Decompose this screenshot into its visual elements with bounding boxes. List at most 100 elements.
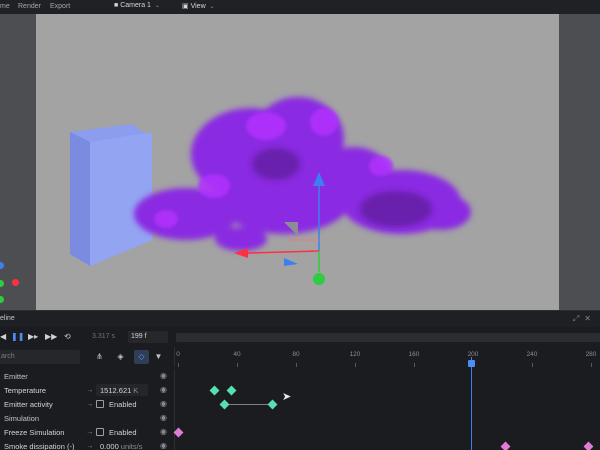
ruler-tick bbox=[591, 363, 592, 367]
axis-dot-green-2 bbox=[0, 296, 4, 303]
chevron-down-icon: ⌄ bbox=[209, 4, 215, 10]
emitter-box[interactable] bbox=[70, 124, 152, 266]
filter-keyframe-icon[interactable]: ◈ bbox=[113, 350, 128, 364]
row-label: Freeze Simulation bbox=[4, 428, 65, 437]
panel-controls: ⤢✕ bbox=[573, 314, 596, 324]
timeline-header: eline ⤢✕ bbox=[0, 310, 600, 327]
menu-item-render[interactable]: Render bbox=[18, 3, 41, 10]
axis-dot-green bbox=[0, 280, 4, 287]
smoke-dissipation-value[interactable]: 0.000 units/s bbox=[100, 442, 142, 450]
row-emitter[interactable]: Emitter ◉ bbox=[0, 369, 600, 383]
ruler-tick-label: 40 bbox=[233, 351, 241, 358]
ruler-tick-label: 120 bbox=[349, 351, 361, 358]
ruler-tick bbox=[296, 363, 297, 367]
eye-icon[interactable]: ◉ bbox=[160, 371, 167, 380]
filter-tree-icon[interactable]: ⋔ bbox=[92, 350, 107, 364]
link-arrow-icon: → bbox=[86, 427, 94, 436]
keyframe[interactable] bbox=[173, 427, 184, 438]
keyframe[interactable] bbox=[209, 385, 220, 396]
ruler-tick-label: 240 bbox=[526, 351, 538, 358]
ruler-tick-label: 280 bbox=[585, 351, 597, 358]
frame-ruler[interactable]: 0 40 80 120 160 200 240 280 bbox=[174, 347, 600, 367]
ruler-tick-label: 0 bbox=[176, 351, 180, 358]
ruler-tick bbox=[414, 363, 415, 367]
keyframe-span bbox=[227, 404, 273, 405]
link-arrow-icon: → bbox=[86, 399, 94, 408]
end-frame-input[interactable]: 199 f bbox=[128, 331, 168, 343]
checkbox-label: Enabled bbox=[109, 428, 137, 437]
ruler-tick-label: 160 bbox=[408, 351, 420, 358]
skip-start-icon[interactable]: ◀ bbox=[0, 332, 6, 341]
camera-icon: ■ bbox=[114, 2, 119, 9]
row-label: Temperature bbox=[4, 386, 47, 395]
keyframe[interactable] bbox=[219, 399, 230, 410]
track[interactable] bbox=[173, 425, 600, 439]
playhead-handle[interactable] bbox=[468, 360, 475, 367]
eye-icon[interactable]: ◉ bbox=[160, 427, 167, 436]
link-arrow-icon: → bbox=[86, 385, 94, 394]
filter-graph-icon[interactable]: ◇ bbox=[134, 350, 149, 364]
keyframe[interactable] bbox=[226, 385, 237, 396]
timeline-transport: ◀ ❚❚ ▶▸ ▶▶ ⟲ 3.317 s 199 f bbox=[0, 327, 600, 347]
loop-icon[interactable]: ⟲ bbox=[64, 332, 71, 341]
search-input[interactable]: arch bbox=[0, 350, 80, 364]
freeze-simulation-checkbox[interactable] bbox=[96, 428, 104, 436]
row-label: Emitter activity bbox=[4, 400, 53, 409]
track[interactable] bbox=[174, 411, 600, 425]
expand-icon[interactable]: ⤢ bbox=[573, 314, 584, 323]
row-smoke-dissipation[interactable]: Smoke dissipation (-) → 0.000 units/s ◉ bbox=[0, 439, 600, 450]
menu-item-home[interactable]: me bbox=[0, 3, 10, 10]
axis-dot-red bbox=[12, 279, 19, 286]
ruler-tick bbox=[355, 363, 356, 367]
eye-icon[interactable]: ◉ bbox=[160, 441, 167, 450]
close-icon[interactable]: ✕ bbox=[584, 314, 596, 323]
camera-dropdown[interactable]: ■ Camera 1 ⌄ bbox=[114, 2, 160, 9]
keyframe[interactable] bbox=[500, 441, 511, 450]
keyframe[interactable] bbox=[583, 441, 594, 450]
eye-icon[interactable]: ◉ bbox=[160, 413, 167, 422]
playhead[interactable] bbox=[471, 357, 472, 450]
eye-icon[interactable]: ◉ bbox=[160, 399, 167, 408]
menu-item-export[interactable]: Export bbox=[50, 3, 70, 10]
gizmo-y-handle[interactable] bbox=[313, 273, 325, 285]
ruler-tick-label: 80 bbox=[292, 351, 300, 358]
top-menu-bar: me Render Export ■ Camera 1 ⌄ ▣ View ⌄ bbox=[0, 0, 600, 14]
row-emitter-activity[interactable]: Emitter activity → Enabled ◉ bbox=[0, 397, 600, 411]
mouse-cursor-icon: ➤ bbox=[282, 391, 292, 403]
viewport-frame bbox=[0, 14, 600, 310]
track[interactable] bbox=[174, 383, 600, 397]
camera-label: Camera 1 bbox=[120, 2, 151, 9]
row-simulation[interactable]: Simulation ◉ bbox=[0, 411, 600, 425]
row-freeze-simulation[interactable]: Freeze Simulation → Enabled ◉ bbox=[0, 425, 600, 439]
view-label: View bbox=[190, 3, 206, 10]
view-icon: ▣ bbox=[182, 3, 189, 10]
property-rows: Emitter ◉ Temperature → 1512.621 K ◉ Emit… bbox=[0, 369, 600, 450]
3d-viewport[interactable] bbox=[36, 14, 559, 310]
view-dropdown[interactable]: ▣ View ⌄ bbox=[182, 2, 215, 10]
keyframe[interactable] bbox=[267, 399, 278, 410]
track[interactable] bbox=[174, 397, 600, 411]
emitter-activity-checkbox[interactable] bbox=[96, 400, 104, 408]
track[interactable] bbox=[174, 439, 600, 450]
timeline-scrubber[interactable] bbox=[176, 333, 600, 342]
eye-icon[interactable]: ◉ bbox=[160, 385, 167, 394]
chevron-down-icon: ⌄ bbox=[154, 3, 160, 9]
checkbox-label: Enabled bbox=[109, 400, 137, 409]
row-label: Smoke dissipation (-) bbox=[4, 442, 75, 450]
row-temperature[interactable]: Temperature → 1512.621 K ◉ bbox=[0, 383, 600, 397]
ruler-tick bbox=[532, 363, 533, 367]
smoke-volume bbox=[134, 97, 471, 251]
axis-dot-blue bbox=[0, 262, 4, 269]
skip-end-icon[interactable]: ▶▶ bbox=[45, 332, 57, 341]
ruler-tick bbox=[178, 363, 179, 367]
current-time-readout: 3.317 s bbox=[92, 333, 115, 340]
temperature-value: 1512.621 K bbox=[100, 386, 139, 395]
timeline-title: eline bbox=[0, 315, 15, 322]
row-label: Emitter bbox=[4, 372, 28, 381]
pause-button[interactable]: ❚❚ bbox=[11, 332, 24, 341]
ruler-tick bbox=[237, 363, 238, 367]
ruler-tick-label: 200 bbox=[467, 351, 479, 358]
step-forward-icon[interactable]: ▶▸ bbox=[28, 332, 38, 341]
track[interactable] bbox=[174, 369, 600, 383]
add-track-icon[interactable]: ▼ bbox=[151, 350, 166, 364]
